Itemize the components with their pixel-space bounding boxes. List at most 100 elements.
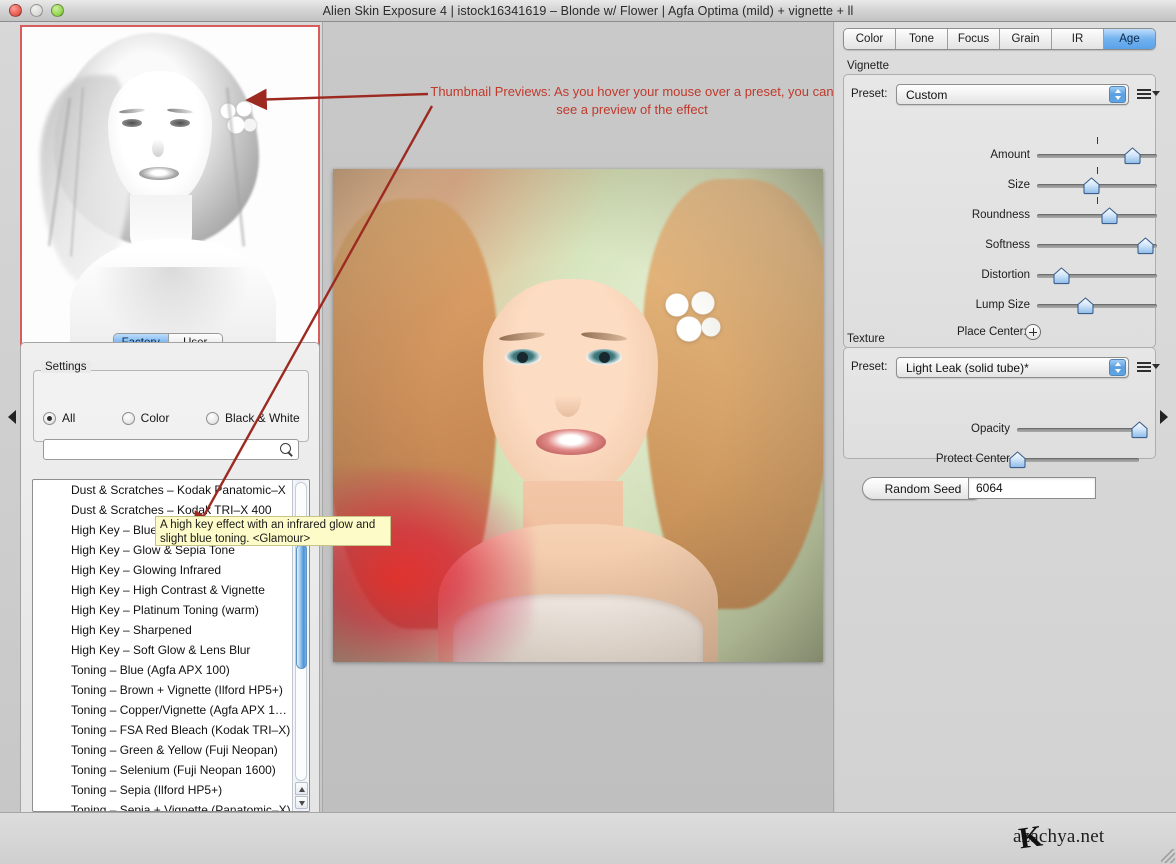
- preset-list-item[interactable]: Toning – FSA Red Bleach (Kodak TRI–X): [33, 720, 292, 740]
- radio-all-indicator: [43, 411, 56, 425]
- tab-ir[interactable]: IR: [1051, 29, 1103, 49]
- slider-tick: [1097, 167, 1098, 174]
- preset-search-box[interactable]: [43, 439, 299, 460]
- slider-track[interactable]: [1017, 458, 1139, 462]
- slider-softness[interactable]: [1037, 236, 1157, 255]
- vignette-preset-stepper-icon[interactable]: [1109, 86, 1126, 103]
- slider-knob[interactable]: [1008, 451, 1027, 469]
- slider-label: Opacity: [971, 423, 1010, 435]
- texture-preset-label: Preset:: [851, 361, 888, 373]
- slider-opacity[interactable]: [1017, 420, 1148, 439]
- texture-preset-value: Light Leak (solid tube)*: [906, 360, 1029, 375]
- texture-menu-icon[interactable]: [1137, 359, 1160, 375]
- preset-list-item[interactable]: High Key – High Contrast & Vignette: [33, 580, 292, 600]
- radio-bw-indicator: [205, 411, 219, 425]
- preset-list-item[interactable]: High Key – Glowing Infrared: [33, 560, 292, 580]
- preset-list-item[interactable]: High Key – Sharpened: [33, 620, 292, 640]
- tab-grain[interactable]: Grain: [999, 29, 1051, 49]
- slider-knob[interactable]: [1082, 177, 1101, 195]
- resize-grip[interactable]: [1161, 849, 1175, 863]
- chevron-left-icon[interactable]: [8, 410, 16, 424]
- slider-amount[interactable]: [1037, 137, 1157, 165]
- vignette-section-label: Vignette: [847, 60, 889, 72]
- tab-tone[interactable]: Tone: [895, 29, 947, 49]
- slider-tick: [1097, 197, 1098, 204]
- search-input[interactable]: [48, 442, 280, 457]
- slider-label: Size: [1007, 179, 1030, 191]
- tab-age[interactable]: Age: [1103, 29, 1155, 49]
- effect-tabs[interactable]: Color Tone Focus Grain IR Age: [843, 28, 1156, 50]
- vignette-preset-value: Custom: [906, 87, 948, 102]
- place-center-label: Place Center:: [957, 326, 1027, 338]
- slider-knob[interactable]: [1123, 147, 1142, 165]
- slider-knob[interactable]: [1076, 297, 1095, 315]
- preset-list-item[interactable]: Toning – Blue (Agfa APX 100): [33, 660, 292, 680]
- slider-roundness[interactable]: [1037, 197, 1157, 225]
- scroll-down-button[interactable]: [295, 796, 308, 809]
- slider-knob[interactable]: [1052, 267, 1071, 285]
- slider-label: Amount: [990, 149, 1030, 161]
- slider-label: Distortion: [981, 269, 1030, 281]
- vignette-preset-dropdown[interactable]: Custom: [896, 84, 1129, 105]
- slider-track[interactable]: [1037, 214, 1157, 218]
- preset-list-item[interactable]: Toning – Copper/Vignette (Agfa APX 1…: [33, 700, 292, 720]
- slider-track[interactable]: [1017, 428, 1139, 432]
- tab-focus[interactable]: Focus: [947, 29, 999, 49]
- preset-list-item[interactable]: Toning – Green & Yellow (Fuji Neopan): [33, 740, 292, 760]
- random-seed-field[interactable]: 6064: [968, 477, 1096, 499]
- main-preview-image[interactable]: [333, 169, 823, 662]
- radio-color-indicator: [121, 411, 135, 425]
- scroll-up-button[interactable]: [295, 782, 308, 795]
- chevron-right-icon[interactable]: [1160, 410, 1168, 424]
- slider-label: Softness: [985, 239, 1030, 251]
- tab-color[interactable]: Color: [844, 29, 895, 49]
- preset-list-item[interactable]: Toning – Sepia + Vignette (Panatomic–X): [33, 800, 292, 811]
- radio-color[interactable]: Color: [121, 411, 206, 425]
- settings-panel: Settings All Color Black & White Dust & …: [20, 342, 320, 820]
- texture-section-label: Texture: [847, 333, 885, 345]
- preset-list-item[interactable]: Toning – Selenium (Fuji Neopan 1600): [33, 760, 292, 780]
- texture-preset-dropdown[interactable]: Light Leak (solid tube)*: [896, 357, 1129, 378]
- bottom-toolbar: Save 1:1 Fit 17.46% Before: [0, 812, 1176, 864]
- preset-filter-radio-group: All Color Black & White: [33, 411, 309, 425]
- slider-protect-center[interactable]: [1009, 450, 1139, 469]
- watermark-initial: K: [1016, 819, 1045, 856]
- radio-all[interactable]: All: [33, 411, 122, 425]
- radio-bw-label: Black & White: [224, 411, 300, 425]
- slider-label: Roundness: [971, 209, 1030, 221]
- radio-all-label: All: [62, 411, 76, 425]
- preset-list-item[interactable]: Toning – Sepia (Ilford HP5+): [33, 780, 292, 800]
- annotation-text: Thumbnail Previews: As you hover your mo…: [430, 84, 834, 117]
- slider-knob[interactable]: [1100, 207, 1119, 225]
- thumbnail-preview[interactable]: [20, 25, 320, 348]
- title-bar: Alien Skin Exposure 4 | istock16341619 –…: [0, 0, 1176, 22]
- preset-list-item[interactable]: High Key – Soft Glow & Lens Blur: [33, 640, 292, 660]
- vignette-menu-icon[interactable]: [1137, 86, 1160, 102]
- slider-size[interactable]: [1037, 167, 1157, 195]
- slider-label: Protect Center: [935, 453, 1010, 465]
- scrollbar-thumb[interactable]: [296, 544, 307, 669]
- slider-knob[interactable]: [1130, 421, 1149, 439]
- slider-knob[interactable]: [1136, 237, 1155, 255]
- preset-list-item[interactable]: High Key – Platinum Toning (warm): [33, 600, 292, 620]
- window-title: Alien Skin Exposure 4 | istock16341619 –…: [322, 3, 854, 18]
- application-window: Alien Skin Exposure 4 | istock16341619 –…: [0, 0, 1176, 864]
- radio-color-label: Color: [140, 411, 170, 425]
- slider-tick: [1097, 137, 1098, 144]
- place-center-target-icon[interactable]: [1025, 324, 1041, 340]
- texture-preset-stepper-icon[interactable]: [1109, 359, 1126, 376]
- slider-label: Lump Size: [975, 299, 1030, 311]
- right-panel: Color Tone Focus Grain IR Age Vignette P…: [835, 22, 1176, 812]
- preset-list-item[interactable]: Toning – Brown + Vignette (Ilford HP5+): [33, 680, 292, 700]
- preset-list-item[interactable]: Dust & Scratches – Kodak Panatomic–X: [33, 480, 292, 500]
- preview-area: iStock_000016341619XLarge – Square.psd: [322, 22, 834, 829]
- slider-lump-size[interactable]: [1037, 296, 1157, 315]
- search-icon: [280, 442, 294, 457]
- settings-group-box: [33, 370, 309, 442]
- radio-black-and-white[interactable]: Black & White: [205, 411, 309, 425]
- random-seed-button[interactable]: Random Seed: [862, 477, 984, 500]
- preset-tooltip: A high key effect with an infrared glow …: [155, 516, 391, 546]
- left-panel: Factory User Settings All Color Black & …: [0, 22, 320, 820]
- slider-track[interactable]: [1037, 304, 1157, 308]
- slider-distortion[interactable]: [1037, 266, 1157, 285]
